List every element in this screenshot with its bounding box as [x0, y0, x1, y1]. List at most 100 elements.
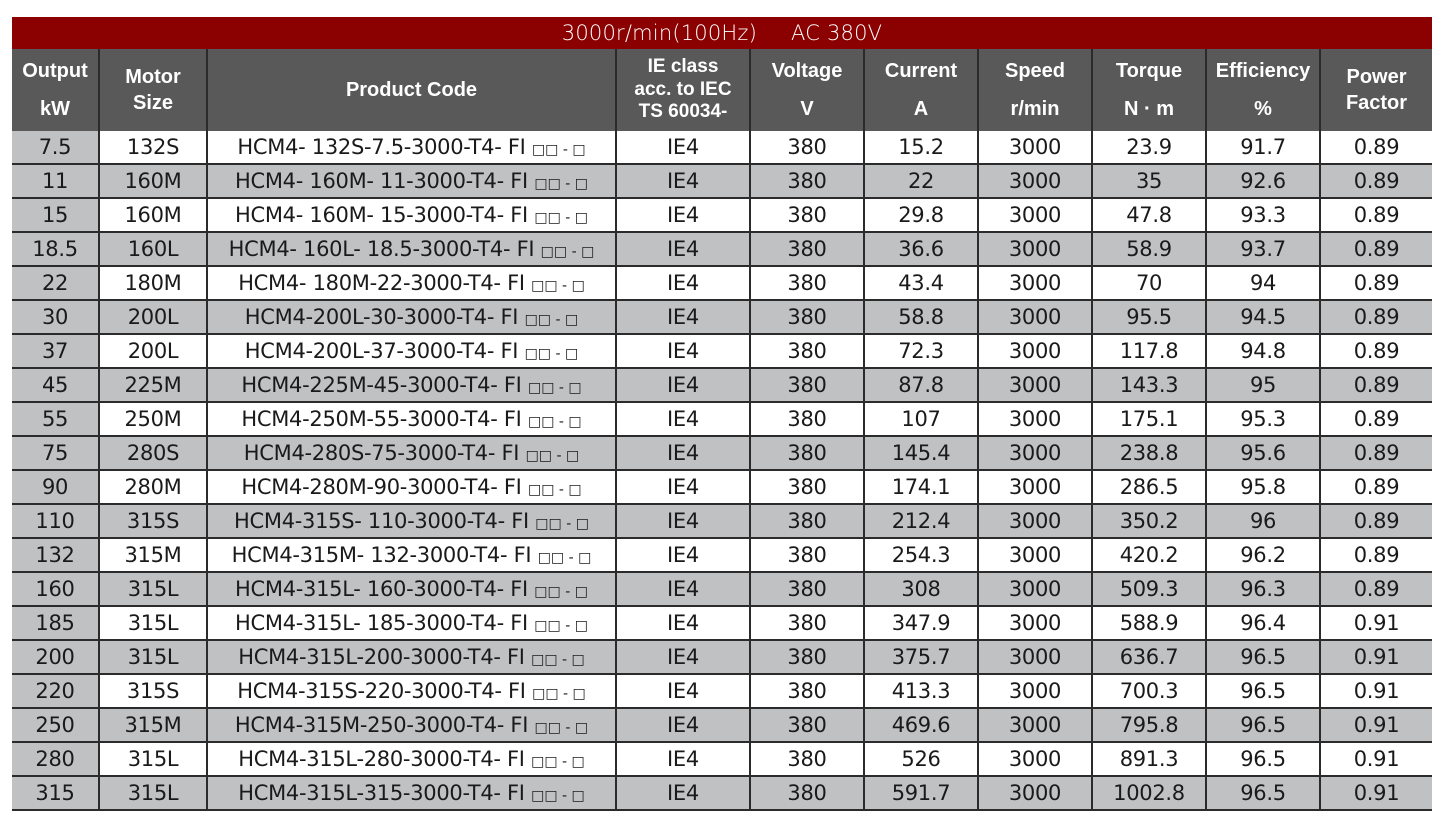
- table-row: 30 200L HCM4-200L-30-3000-T4- FI □□ - □ IE4…: [12, 300, 1432, 335]
- cell-product-code: HCM4-315S- 110-3000-T4- FI □□ - □: [206, 504, 617, 539]
- code-placeholder-suffix: □□ - □: [535, 516, 589, 532]
- cell-ie-class: IE4: [615, 334, 751, 369]
- header-current: Current A: [863, 49, 979, 131]
- cell-efficiency: 96.3: [1205, 572, 1321, 607]
- cell-voltage: 380: [749, 776, 865, 811]
- cell-product-code: HCM4-315M- 132-3000-T4- FI □□ - □: [206, 538, 617, 573]
- code-placeholder-suffix: □□ - □: [527, 482, 582, 498]
- cell-efficiency: 94: [1205, 266, 1321, 301]
- cell-voltage: 380: [749, 266, 865, 301]
- cell-efficiency: 96.2: [1205, 538, 1321, 573]
- cell-voltage: 380: [749, 334, 865, 369]
- cell-ie-class: IE4: [615, 606, 751, 641]
- cell-efficiency: 94.5: [1205, 300, 1321, 335]
- code-placeholder-suffix: □□ - □: [524, 312, 579, 328]
- cell-torque: 35: [1091, 164, 1207, 199]
- cell-speed: 3000: [977, 776, 1093, 811]
- cell-efficiency: 96.5: [1205, 708, 1321, 743]
- cell-torque: 58.9: [1091, 232, 1207, 267]
- table-row: 37 200L HCM4-200L-37-3000-T4- FI □□ - □ IE4…: [12, 334, 1432, 369]
- code-placeholder-suffix: □□ - □: [527, 380, 582, 396]
- cell-power-factor: 0.89: [1319, 232, 1432, 267]
- cell-voltage: 380: [749, 300, 865, 335]
- cell-product-code: HCM4-280M-90-3000-T4- FI □□ - □: [206, 470, 617, 505]
- cell-motor-size: 315L: [98, 640, 208, 675]
- cell-torque: 700.3: [1091, 674, 1207, 709]
- cell-output-kw: 55: [12, 402, 100, 437]
- cell-product-code: HCM4-315M-250-3000-T4- FI □□ - □: [206, 708, 617, 743]
- code-placeholder-suffix: □□ - □: [534, 720, 589, 736]
- table-row: 160 315L HCM4-315L- 160-3000-T4- FI □□ - □…: [12, 572, 1432, 607]
- cell-motor-size: 200L: [98, 300, 208, 335]
- cell-power-factor: 0.91: [1319, 742, 1432, 777]
- cell-power-factor: 0.91: [1319, 640, 1432, 675]
- table-row: 90 280M HCM4-280M-90-3000-T4- FI □□ - □ IE4…: [12, 470, 1432, 505]
- cell-speed: 3000: [977, 368, 1093, 403]
- cell-torque: 1002.8: [1091, 776, 1207, 811]
- table-row: 185 315L HCM4-315L- 185-3000-T4- FI □□ - □…: [12, 606, 1432, 641]
- cell-torque: 143.3: [1091, 368, 1207, 403]
- cell-voltage: 380: [749, 572, 865, 607]
- cell-speed: 3000: [977, 504, 1093, 539]
- code-placeholder-suffix: □□ - □: [531, 652, 585, 668]
- cell-motor-size: 315L: [98, 742, 208, 777]
- cell-ie-class: IE4: [615, 504, 751, 539]
- header-speed: Speed r/min: [977, 49, 1093, 131]
- cell-current: 43.4: [863, 266, 979, 301]
- header-power-factor: Power Factor: [1319, 49, 1432, 131]
- table-row: 7.5 132S HCM4- 132S-7.5-3000-T4- FI □□ - □…: [12, 131, 1432, 165]
- cell-speed: 3000: [977, 674, 1093, 709]
- cell-motor-size: 280M: [98, 470, 208, 505]
- code-placeholder-suffix: □□ - □: [531, 788, 585, 804]
- cell-motor-size: 225M: [98, 368, 208, 403]
- cell-current: 36.6: [863, 232, 979, 267]
- cell-torque: 175.1: [1091, 402, 1207, 437]
- cell-output-kw: 45: [12, 368, 100, 403]
- code-placeholder-suffix: □□ - □: [531, 278, 585, 294]
- code-placeholder-suffix: □□ - □: [525, 448, 580, 464]
- cell-output-kw: 18.5: [12, 232, 100, 267]
- cell-motor-size: 315S: [98, 674, 208, 709]
- code-placeholder-suffix: □□ - □: [537, 550, 592, 566]
- cell-voltage: 380: [749, 402, 865, 437]
- cell-torque: 420.2: [1091, 538, 1207, 573]
- code-placeholder-suffix: □□ - □: [527, 414, 582, 430]
- header-efficiency: Efficiency %: [1205, 49, 1321, 131]
- cell-power-factor: 0.91: [1319, 674, 1432, 709]
- cell-torque: 70: [1091, 266, 1207, 301]
- motor-spec-sheet: 3000r/min(100Hz) AC 380V Output kW Motor…: [12, 17, 1432, 811]
- cell-voltage: 380: [749, 538, 865, 573]
- cell-speed: 3000: [977, 232, 1093, 267]
- cell-current: 22: [863, 164, 979, 199]
- cell-product-code: HCM4-250M-55-3000-T4- FI □□ - □: [206, 402, 617, 437]
- cell-product-code: HCM4-315L- 185-3000-T4- FI □□ - □: [206, 606, 617, 641]
- cell-ie-class: IE4: [615, 232, 751, 267]
- cell-efficiency: 93.7: [1205, 232, 1321, 267]
- cell-current: 469.6: [863, 708, 979, 743]
- cell-ie-class: IE4: [615, 368, 751, 403]
- cell-power-factor: 0.89: [1319, 131, 1432, 165]
- cell-torque: 95.5: [1091, 300, 1207, 335]
- header-ie-class: IE class acc. to IEC TS 60034-: [615, 49, 751, 131]
- cell-voltage: 380: [749, 198, 865, 233]
- cell-speed: 3000: [977, 334, 1093, 369]
- cell-output-kw: 11: [12, 164, 100, 199]
- cell-efficiency: 94.8: [1205, 334, 1321, 369]
- cell-torque: 47.8: [1091, 198, 1207, 233]
- cell-current: 347.9: [863, 606, 979, 641]
- cell-ie-class: IE4: [615, 266, 751, 301]
- cell-speed: 3000: [977, 538, 1093, 573]
- code-placeholder-suffix: □□ - □: [532, 686, 586, 702]
- cell-product-code: HCM4-315L- 160-3000-T4- FI □□ - □: [206, 572, 617, 607]
- cell-speed: 3000: [977, 606, 1093, 641]
- cell-speed: 3000: [977, 708, 1093, 743]
- cell-ie-class: IE4: [615, 742, 751, 777]
- cell-current: 174.1: [863, 470, 979, 505]
- cell-current: 29.8: [863, 198, 979, 233]
- table-header: Output kW Motor Size Product Code IE cla…: [12, 49, 1432, 131]
- cell-speed: 3000: [977, 164, 1093, 199]
- title-voltage: AC 380V: [791, 21, 883, 45]
- cell-ie-class: IE4: [615, 402, 751, 437]
- cell-efficiency: 95.6: [1205, 436, 1321, 471]
- cell-voltage: 380: [749, 606, 865, 641]
